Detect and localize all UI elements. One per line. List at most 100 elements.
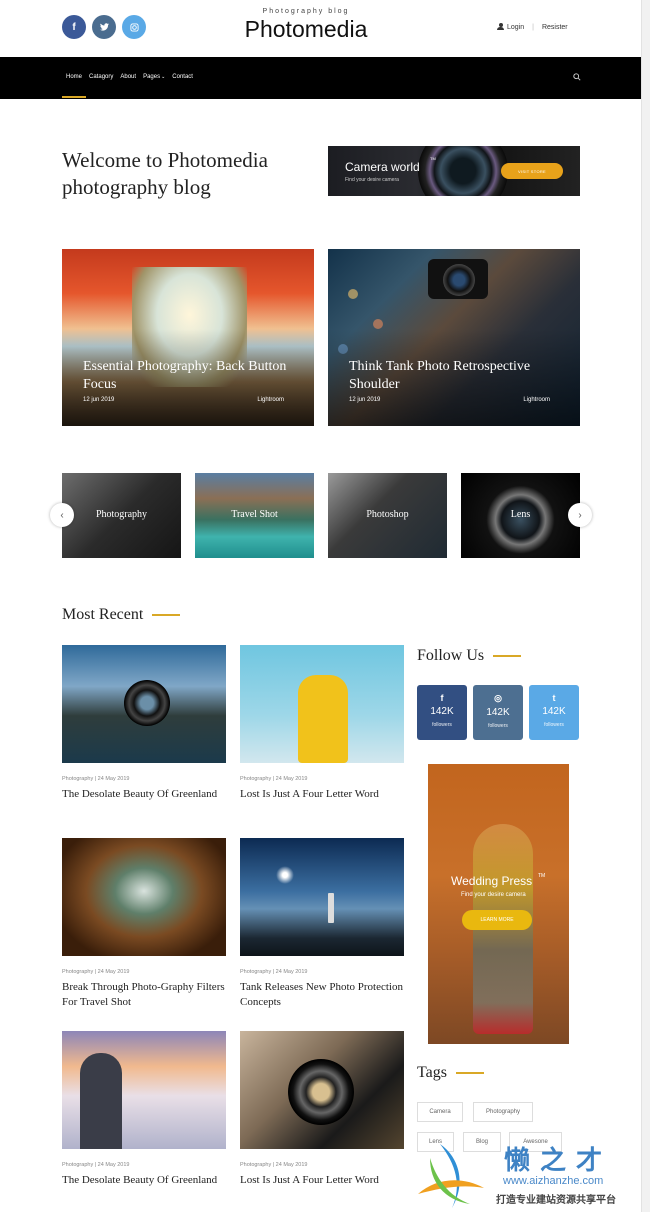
- post-card[interactable]: Photography | 24 May 2019 Lost Is Just A…: [240, 645, 404, 802]
- lighthouse-shape: [328, 893, 334, 923]
- heading-underline: [152, 614, 181, 616]
- nav-item-catagory[interactable]: Catagory: [89, 74, 113, 80]
- chevron-right-icon: ›: [578, 509, 582, 521]
- featured-category[interactable]: Lightroom: [257, 397, 284, 403]
- tag-chip[interactable]: Photography: [473, 1102, 533, 1122]
- follow-twitter-box[interactable]: t 142K followers: [529, 685, 579, 740]
- nav-menu: Home Catagory About Pages⌄ Contact: [61, 74, 193, 98]
- auth-links: Login | Resister: [497, 23, 568, 31]
- tag-chip[interactable]: Camera: [417, 1102, 463, 1122]
- wedding-press-ad[interactable]: Wedding Press TM Find your desire camera…: [428, 764, 569, 1044]
- nav-item-about[interactable]: About: [120, 74, 136, 80]
- person-figure: [298, 675, 348, 763]
- heading-underline: [493, 655, 522, 657]
- search-icon[interactable]: [573, 73, 581, 81]
- nav-item-pages[interactable]: Pages⌄: [143, 74, 165, 80]
- post-meta: Photography | 24 May 2019: [240, 776, 308, 782]
- post-card[interactable]: Photography | 24 May 2019 Break Through …: [62, 838, 226, 1010]
- carousel-next-button[interactable]: ›: [568, 503, 592, 527]
- post-image[interactable]: [62, 838, 226, 956]
- user-icon: [497, 23, 504, 30]
- login-label: Login: [507, 24, 525, 31]
- follower-count: 142K: [486, 707, 510, 718]
- category-card-lens[interactable]: Lens: [461, 473, 580, 558]
- post-meta: Photography | 24 May 2019: [240, 969, 308, 975]
- category-card-photography[interactable]: Photography: [62, 473, 181, 558]
- social-links: f: [62, 15, 146, 39]
- post-card[interactable]: Photography | 24 May 2019 Tank Releases …: [240, 838, 404, 1010]
- facebook-icon: f: [440, 693, 444, 703]
- camera-world-banner[interactable]: Camera world TM Find your desire camera …: [328, 146, 580, 196]
- post-image[interactable]: [62, 645, 226, 763]
- visit-store-button[interactable]: VISIT STORE: [501, 163, 563, 179]
- page-scrollbar[interactable]: [641, 0, 650, 1212]
- post-title[interactable]: Lost Is Just A Four Letter Word: [240, 787, 404, 802]
- lens-image: [288, 1059, 354, 1125]
- featured-post-card[interactable]: Think Tank Photo Retrospective Shoulder …: [328, 249, 580, 426]
- chevron-down-icon: ⌄: [161, 74, 166, 80]
- watermark-url: www.aizhanzhe.com: [503, 1175, 604, 1187]
- twitter-icon[interactable]: [92, 15, 116, 39]
- featured-post-card[interactable]: Essential Photography: Back Button Focus…: [62, 249, 314, 426]
- category-card-photoshop[interactable]: Photoshop: [328, 473, 447, 558]
- follower-count: 142K: [430, 706, 454, 717]
- nav-item-home[interactable]: Home: [61, 74, 87, 98]
- featured-title[interactable]: Essential Photography: Back Button Focus: [83, 358, 293, 394]
- instagram-icon[interactable]: [122, 15, 146, 39]
- post-card[interactable]: Photography | 24 May 2019 Lost Is Just A…: [240, 1031, 404, 1188]
- post-card[interactable]: Photography | 24 May 2019 The Desolate B…: [62, 645, 226, 802]
- site-brand[interactable]: Photography blog Photomedia: [200, 8, 412, 43]
- section-title: Most Recent: [62, 606, 144, 623]
- post-meta: Photography | 24 May 2019: [62, 776, 130, 782]
- twitter-icon: t: [552, 693, 556, 703]
- lens-image: [443, 264, 475, 296]
- carousel-prev-button[interactable]: ‹: [50, 503, 74, 527]
- most-recent-heading: Most Recent: [62, 606, 181, 624]
- follow-facebook-box[interactable]: f 142K followers: [417, 685, 467, 740]
- ad-subtitle: Find your desire camera: [461, 892, 526, 898]
- post-card[interactable]: Photography | 24 May 2019 The Desolate B…: [62, 1031, 226, 1188]
- main-navbar: Home Catagory About Pages⌄ Contact: [0, 57, 641, 99]
- tags-heading: Tags: [417, 1064, 484, 1082]
- brand-name: Photomedia: [244, 16, 368, 42]
- site-watermark: 懒之才 www.aizhanzhe.com 打造专业建站资源共享平台: [410, 1138, 642, 1212]
- learn-more-button[interactable]: LEARN MORE: [462, 910, 532, 930]
- featured-title[interactable]: Think Tank Photo Retrospective Shoulder: [349, 358, 559, 394]
- top-header: f Photography blog Photomedia Login | Re…: [0, 0, 641, 57]
- post-title[interactable]: Tank Releases New Photo Protection Conce…: [240, 980, 404, 1010]
- featured-date: 12 jun 2019: [349, 397, 381, 403]
- post-title[interactable]: Break Through Photo-Graphy Filters For T…: [62, 980, 226, 1010]
- follower-label: followers: [488, 723, 508, 729]
- post-meta: Photography | 24 May 2019: [62, 969, 130, 975]
- banner-tm: TM: [430, 156, 436, 161]
- category-card-travel-shot[interactable]: Travel Shot: [195, 473, 314, 558]
- category-label: Photoshop: [366, 509, 409, 520]
- watermark-slogan: 打造专业建站资源共享平台: [496, 1195, 616, 1206]
- banner-title: Camera world: [345, 160, 420, 174]
- facebook-icon[interactable]: f: [62, 15, 86, 39]
- post-title[interactable]: Lost Is Just A Four Letter Word: [240, 1173, 404, 1188]
- post-title[interactable]: The Desolate Beauty Of Greenland: [62, 787, 226, 802]
- post-image[interactable]: [62, 1031, 226, 1149]
- section-title: Tags: [417, 1064, 447, 1081]
- category-label: Lens: [510, 509, 531, 520]
- nav-pages-label: Pages: [143, 74, 161, 80]
- bokeh-light: [348, 289, 358, 299]
- follow-instagram-box[interactable]: ◎ 142K followers: [473, 685, 523, 740]
- post-image[interactable]: [240, 1031, 404, 1149]
- follow-us-heading: Follow Us: [417, 647, 522, 665]
- post-title[interactable]: The Desolate Beauty Of Greenland: [62, 1173, 226, 1188]
- instagram-icon: ◎: [494, 693, 502, 703]
- post-image[interactable]: [240, 645, 404, 763]
- register-link[interactable]: Resister: [542, 24, 568, 31]
- nav-item-contact[interactable]: Contact: [172, 74, 193, 80]
- bokeh-light: [373, 319, 383, 329]
- lens-image: [124, 680, 170, 726]
- login-link[interactable]: Login: [497, 23, 524, 31]
- post-image[interactable]: [240, 838, 404, 956]
- brand-tagline: Photography blog: [262, 8, 350, 15]
- post-meta: Photography | 24 May 2019: [240, 1162, 308, 1168]
- follower-label: followers: [544, 722, 564, 728]
- category-label: Photography: [95, 509, 148, 520]
- featured-category[interactable]: Lightroom: [523, 397, 550, 403]
